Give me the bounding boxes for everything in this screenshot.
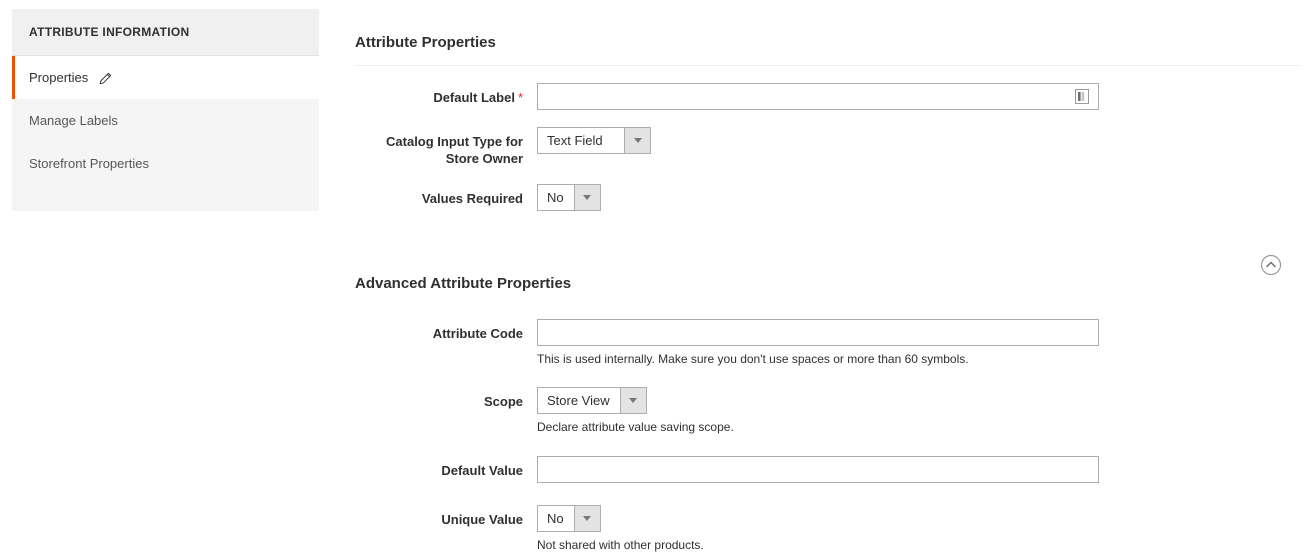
sidebar-item-properties[interactable]: Properties [12,56,319,99]
field-control-default-label [537,83,1300,110]
field-label-attribute-code: Attribute Code [432,326,523,341]
field-note-scope: Declare attribute value saving scope. [537,420,734,434]
sidebar-item-manage-labels[interactable]: Manage Labels [12,99,319,142]
sidebar-header: ATTRIBUTE INFORMATION [12,9,319,56]
catalog-input-type-select[interactable]: Text Field [537,127,651,154]
sidebar-item-label: Properties [29,70,89,85]
form-row-values-required: Values Required No [355,184,1300,211]
field-note-unique-value: Not shared with other products. [537,538,704,552]
form-row-unique-value: Unique Value No Not shared with other pr… [355,505,1300,553]
values-required-select[interactable]: No [537,184,601,211]
section-title-attribute-properties: Attribute Properties [355,34,496,51]
scope-select[interactable]: Store View [537,387,647,414]
main-content: Attribute Properties Default Label * Cat… [355,0,1300,553]
attribute-code-input[interactable] [537,319,1099,346]
field-control-catalog-input-type: Text Field [537,127,1300,154]
field-control-unique-value: No Not shared with other products. [537,505,1300,553]
default-value-input[interactable] [537,456,1099,483]
attribute-properties-section: Attribute Properties Default Label * Cat… [355,0,1300,211]
pencil-icon [99,72,112,85]
scope-value: Store View [538,388,620,413]
chevron-down-icon[interactable] [573,185,600,210]
default-label-input-wrapper [537,83,1099,110]
field-label-default-value: Default Value [441,463,523,478]
form-row-default-value: Default Value [355,456,1300,483]
field-note-attribute-code: This is used internally. Make sure you d… [537,352,969,366]
chevron-down-icon[interactable] [624,128,650,153]
advanced-section-collapse-toggle[interactable] [1259,253,1283,277]
sidebar-item-label: Storefront Properties [29,156,149,171]
field-label-scope: Scope [483,394,523,409]
field-label-unique-value: Unique Value [441,512,523,527]
form-row-scope: Scope Store View Declare attribute value… [355,387,1300,435]
sidebar-item-storefront-properties[interactable]: Storefront Properties [12,142,319,185]
store-view-icon[interactable] [1074,88,1090,105]
label-text: Default Label [433,90,515,105]
values-required-value: No [538,185,574,210]
sidebar-item-list: Properties Manage Labels Storefront Prop… [12,56,319,211]
field-control-values-required: No [537,184,1300,211]
field-label-default-label: Default Label * [355,83,537,106]
section-divider [355,65,1300,66]
advanced-attribute-properties-section: Advanced Attribute Properties Attribute … [355,241,1300,553]
default-label-input[interactable] [537,83,1099,110]
field-control-attribute-code: This is used internally. Make sure you d… [537,319,1300,367]
form-row-attribute-code: Attribute Code This is used internally. … [355,319,1300,367]
required-asterisk: * [517,90,523,105]
form-row-catalog-input-type: Catalog Input Type for Store Owner Text … [355,127,1300,167]
field-control-scope: Store View Declare attribute value savin… [537,387,1300,435]
section-title-advanced-attribute-properties: Advanced Attribute Properties [355,275,572,292]
catalog-input-type-value: Text Field [538,128,624,153]
field-label-values-required: Values Required [421,191,523,206]
chevron-down-icon[interactable] [619,388,646,413]
form-row-default-label: Default Label * [355,83,1300,110]
sidebar-item-label: Manage Labels [29,113,118,128]
chevron-up-circle-icon [1260,254,1282,276]
field-label-catalog-input-type: Catalog Input Type for Store Owner [386,134,523,166]
field-control-default-value [537,456,1300,483]
attribute-information-sidebar: ATTRIBUTE INFORMATION Properties Manage … [12,9,319,211]
